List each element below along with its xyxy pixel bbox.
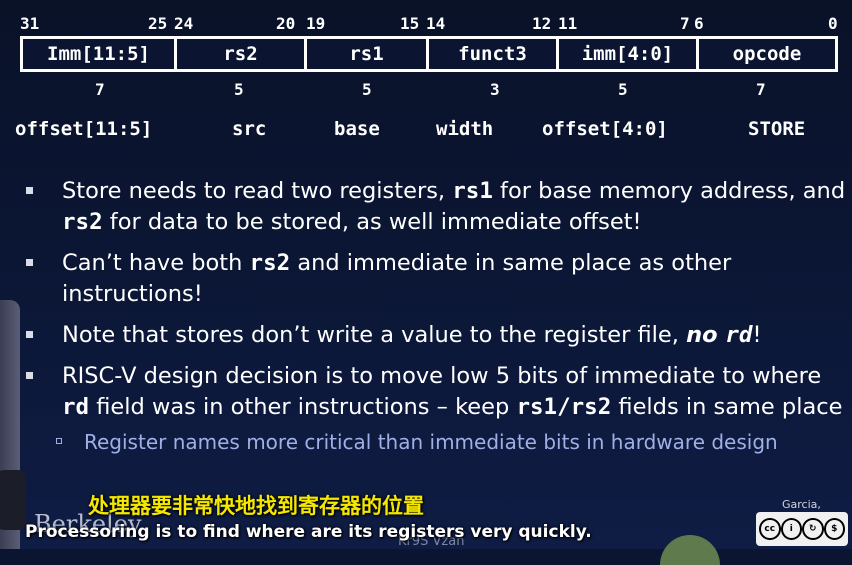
field-width: 3 xyxy=(490,80,500,99)
bullet-square-icon xyxy=(26,259,33,266)
field-widths-row: 7 5 5 3 5 7 xyxy=(0,80,852,100)
bit-number: 24 xyxy=(174,14,194,33)
emphasis-no: no xyxy=(686,322,726,348)
field-width: 5 xyxy=(234,80,244,99)
field-funct3: funct3 xyxy=(429,39,559,69)
code-rs1: rs1 xyxy=(452,178,493,204)
green-shape xyxy=(660,535,720,565)
cc-license-badge: cc i ↻ $ xyxy=(756,512,848,546)
code-rs2: rs2 xyxy=(249,250,291,276)
field-meaning: offset[4:0] xyxy=(542,118,668,140)
bit-number: 20 xyxy=(276,14,296,33)
bullet-item: RISC-V design decision is to move low 5 … xyxy=(26,361,846,423)
field-meaning: src xyxy=(232,118,267,140)
bit-number: 12 xyxy=(532,14,552,33)
bullet-text: for base memory address, and xyxy=(492,178,846,204)
field-width: 7 xyxy=(756,80,766,99)
sub-bullet-text: Register names more critical than immedi… xyxy=(84,430,778,454)
bit-number: 19 xyxy=(306,14,326,33)
field-opcode: opcode xyxy=(732,43,802,65)
bit-number: 14 xyxy=(426,14,446,33)
field-imm-4-0: imm[4:0] xyxy=(559,39,699,69)
field-meaning: base xyxy=(334,118,380,140)
by-icon: i xyxy=(780,518,802,540)
code-rs2: rs2 xyxy=(62,209,103,235)
field-meaning: width xyxy=(436,118,494,140)
bit-number: 15 xyxy=(400,14,420,33)
subtitle-english: Processoring is to find where are its re… xyxy=(25,522,592,542)
bullet-text: for data to be stored, as well immediate… xyxy=(102,209,642,235)
field-width: 7 xyxy=(95,80,105,99)
field-rs1: rs1 xyxy=(307,39,429,69)
bullet-text: fields in same place xyxy=(611,394,843,420)
bit-number: 0 xyxy=(828,14,838,33)
bullet-item: Store needs to read two registers, rs1 f… xyxy=(26,176,846,238)
bit-number: 11 xyxy=(558,14,578,33)
bullet-item: Note that stores don’t write a value to … xyxy=(26,320,846,351)
slide: 31 25 24 20 19 15 14 12 11 7 6 0 Imm[11:… xyxy=(0,0,852,565)
code-rs1-rs2: rs1/rs2 xyxy=(516,394,612,420)
bit-number: 31 xyxy=(20,14,40,33)
presenter-hand xyxy=(0,470,26,530)
sub-bullet-item: Register names more critical than immedi… xyxy=(56,429,852,455)
field-meaning: offset[11:5] xyxy=(15,118,153,140)
subtitle-chinese: 处理器要非常快地找到寄存器的位置 xyxy=(88,494,424,518)
field-meanings-row: offset[11:5] src base width offset[4:0] … xyxy=(0,118,852,144)
bit-number: 7 xyxy=(680,14,690,33)
bullet-square-icon xyxy=(26,187,33,194)
bit-numbers-row: 31 25 24 20 19 15 14 12 11 7 6 0 xyxy=(0,14,852,33)
field-width: 5 xyxy=(362,80,372,99)
field-meaning: STORE xyxy=(748,118,806,140)
code-rd: rd xyxy=(62,394,90,420)
instruction-format-box: Imm[11:5] rs2 rs1 funct3 imm[4:0] opcode xyxy=(20,36,838,72)
field-imm-11-5: Imm[11:5] xyxy=(23,39,177,69)
bullet-item: Can’t have both rs2 and immediate in sam… xyxy=(26,248,846,310)
bullet-text: ! xyxy=(752,322,762,348)
bullet-text: RISC-V design decision is to move low 5 … xyxy=(62,363,822,389)
bullet-text: Store needs to read two registers, xyxy=(62,178,453,204)
bullet-list: Store needs to read two registers, rs1 f… xyxy=(26,176,846,459)
bullet-square-icon xyxy=(26,331,33,338)
cc-icon: cc xyxy=(759,518,781,540)
bit-number: 6 xyxy=(694,14,704,33)
nc-icon: $ xyxy=(823,518,845,540)
bullet-text: Can’t have both xyxy=(62,250,250,276)
bullet-text: Note that stores don’t write a value to … xyxy=(62,322,687,348)
bit-number: 25 xyxy=(148,14,168,33)
bullet-square-icon xyxy=(26,372,33,379)
sa-icon: ↻ xyxy=(802,518,824,540)
hollow-square-icon xyxy=(56,438,62,444)
code-rd: rd xyxy=(725,322,753,348)
field-rs2: rs2 xyxy=(177,39,307,69)
bullet-text: field was in other instructions – keep xyxy=(89,394,517,420)
field-width: 5 xyxy=(618,80,628,99)
